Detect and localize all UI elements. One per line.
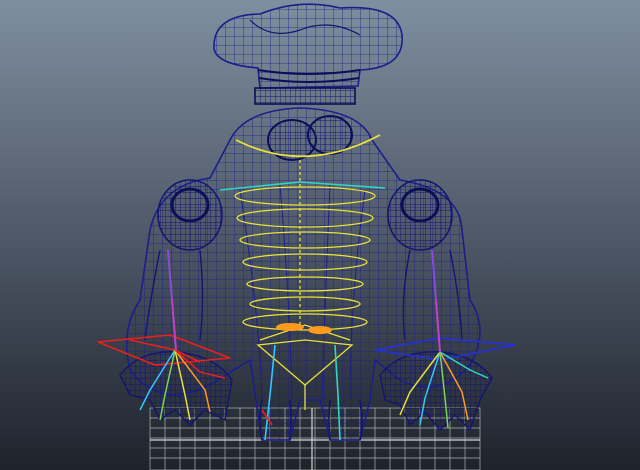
viewport-canvas[interactable] — [0, 0, 640, 470]
3d-viewport[interactable] — [0, 0, 640, 470]
